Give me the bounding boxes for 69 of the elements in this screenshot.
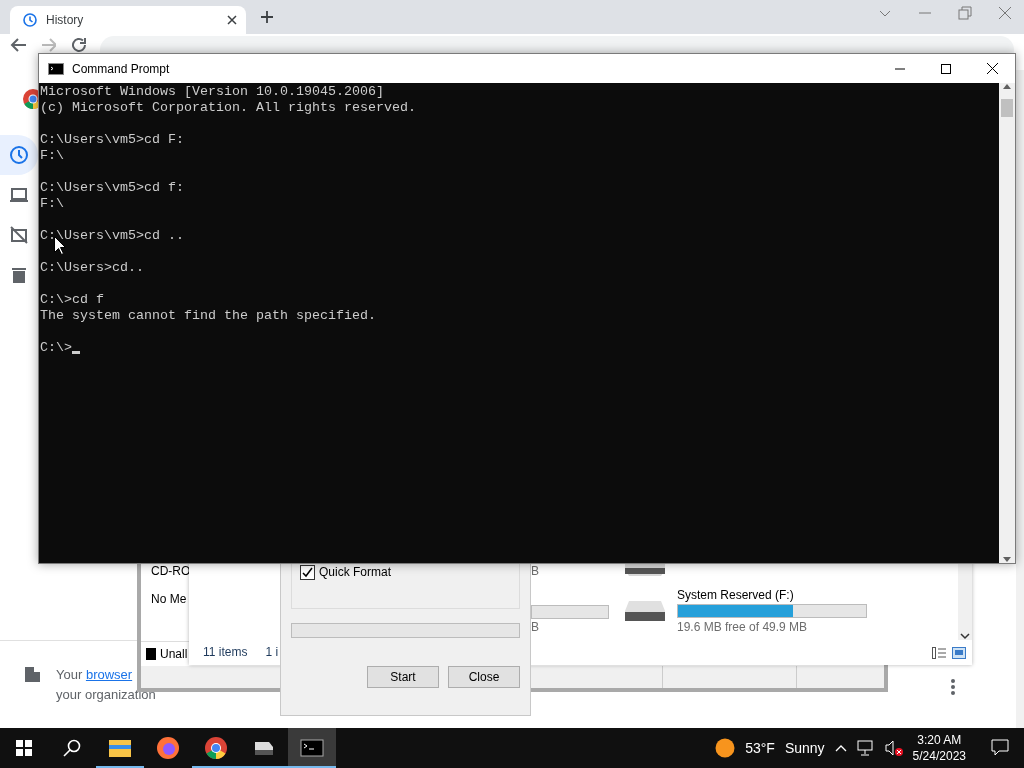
new-tab-icon[interactable] <box>260 10 274 24</box>
chevron-down-icon[interactable] <box>960 632 970 640</box>
scroll-down-icon[interactable] <box>1003 557 1011 563</box>
windows-start-icon[interactable] <box>16 740 32 756</box>
dialog-button[interactable]: Start <box>367 666 439 688</box>
more-icon[interactable] <box>948 678 958 696</box>
sidebar-item[interactable] <box>0 135 38 175</box>
chevron-up-icon[interactable] <box>834 744 847 752</box>
drive-free-text: 19.6 MB free of 49.9 MB <box>677 620 809 634</box>
console-line: C:\Users\vm5>cd f: <box>40 180 185 196</box>
notice-text: your organization <box>56 686 156 704</box>
weather-condition[interactable]: Sunny <box>784 740 825 756</box>
disk-label: CD-RO <box>151 564 191 578</box>
console-line: C:\>cd f <box>40 292 105 308</box>
drive-icon[interactable] <box>623 599 667 623</box>
clock[interactable]: 3:20 AM 5/24/2023 <box>912 732 966 764</box>
terminal-icon[interactable] <box>300 739 324 757</box>
legend-swatch <box>146 648 156 660</box>
crossed-tab-icon[interactable] <box>9 225 29 245</box>
network-icon[interactable] <box>856 740 875 756</box>
notice-text: Your <box>56 667 83 682</box>
console-line: C:\Users\vm5>cd F: <box>40 132 185 148</box>
history-icon[interactable] <box>22 12 38 28</box>
browser-tab[interactable]: History <box>10 6 246 34</box>
building-icon <box>24 666 41 682</box>
tiles-view-icon[interactable] <box>952 647 966 659</box>
console-line: The system cannot find the path specified. <box>40 308 377 324</box>
console-line: F:\ <box>40 196 65 212</box>
drive-name: System Reserved (F:) <box>677 588 795 602</box>
checkbox[interactable] <box>300 565 315 580</box>
details-view-icon[interactable] <box>932 647 946 659</box>
dialog-button[interactable]: Close <box>448 666 520 688</box>
history-icon[interactable] <box>9 145 29 165</box>
reload-icon[interactable] <box>70 36 86 52</box>
trash-icon[interactable] <box>9 265 29 285</box>
taskbar-button[interactable] <box>288 728 336 768</box>
back-icon[interactable] <box>10 36 26 52</box>
chrome-icon[interactable] <box>204 736 228 760</box>
search-icon[interactable] <box>63 739 81 757</box>
notification-icon[interactable] <box>991 739 1009 757</box>
sun-icon[interactable] <box>715 738 736 758</box>
scroll-up-icon[interactable] <box>1003 83 1011 89</box>
maximize-icon[interactable] <box>941 63 951 74</box>
console-line: C:\> <box>40 340 72 356</box>
weather-temp[interactable]: 53°F <box>745 740 775 756</box>
laptop-icon[interactable] <box>9 185 29 205</box>
scroll-thumb[interactable] <box>1001 99 1013 117</box>
folder-icon[interactable] <box>108 738 132 758</box>
status-text: 1 i <box>265 645 279 659</box>
size-text: B <box>531 564 539 578</box>
terminal-icon <box>48 62 64 75</box>
window-title: Command Prompt <box>72 61 171 76</box>
console-line: C:\Users\vm5>cd .. <box>40 228 185 244</box>
tab-title: History <box>46 13 85 27</box>
size-text: B <box>531 620 539 634</box>
close-icon[interactable] <box>226 14 238 26</box>
muted-speaker-icon[interactable] <box>884 740 903 756</box>
scrollbar[interactable] <box>999 83 1015 563</box>
status-text: 11 items <box>203 645 248 659</box>
disk-label: No Me <box>151 592 187 606</box>
checkbox-label: Quick Format <box>319 565 391 579</box>
console-line: (c) Microsoft Corporation. All rights reserved. <box>40 100 417 116</box>
notice-link[interactable]: browser <box>85 667 133 682</box>
legend-label: Unall <box>160 647 188 661</box>
console-line: Microsoft Windows [Version 10.0.19045.2006] <box>40 84 385 100</box>
scrollbar[interactable] <box>1016 70 1024 728</box>
console-line: F:\ <box>40 148 65 164</box>
close-icon[interactable] <box>986 63 998 74</box>
console-line: C:\Users>cd.. <box>40 260 145 276</box>
